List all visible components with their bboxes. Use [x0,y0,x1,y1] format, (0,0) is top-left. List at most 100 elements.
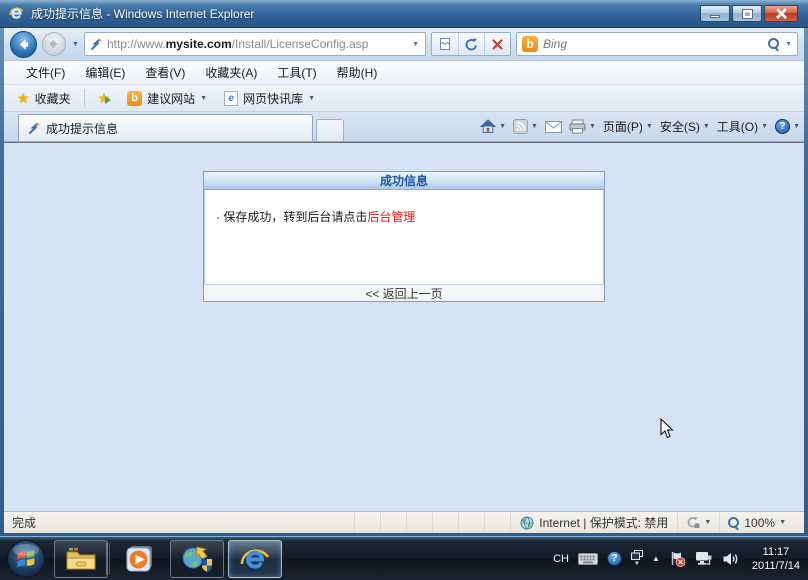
window-client-area: ▼ http://www.mysite.com/Install/LicenseC… [4,28,804,533]
language-help-icon[interactable]: ? [607,551,622,566]
menu-help[interactable]: 帮助(H) [327,61,388,84]
page-menu-label: 页面(P) [603,118,643,135]
printer-icon [569,119,586,134]
address-dropdown[interactable]: ▼ [410,41,421,48]
input-language-indicator[interactable]: CH [553,553,569,565]
bullet: · [216,210,220,224]
chevron-down-icon: ▼ [646,123,653,130]
new-tab-button[interactable] [316,119,344,141]
privacy-filter-button[interactable]: ▼ [677,512,719,533]
site-favicon [89,38,102,51]
clock-date: 2011/7/14 [752,559,800,573]
taskbar-media-player-button[interactable] [112,540,166,578]
url-prefix: http://www. [107,37,166,51]
ie-logo-icon [8,5,25,22]
chevron-down-icon: ▼ [589,123,596,130]
favorites-label: 收藏夹 [35,90,71,107]
tab-title: 成功提示信息 [46,120,118,137]
safety-menu-button[interactable]: 安全(S) ▼ [660,118,710,135]
back-arrow-icon [17,38,30,51]
menu-bar: 文件(F) 编辑(E) 查看(V) 收藏夹(A) 工具(T) 帮助(H) [4,61,804,85]
safety-menu-label: 安全(S) [660,118,700,135]
show-hidden-icons-button[interactable]: ▲ [652,554,660,563]
navigation-bar: ▼ http://www.mysite.com/Install/LicenseC… [4,28,804,61]
refresh-button[interactable] [458,33,484,55]
close-button[interactable] [764,5,798,22]
mail-icon [545,121,562,133]
help-icon: ? [775,119,790,134]
zoom-control[interactable]: 100% ▼ [719,512,794,533]
menu-favorites[interactable]: 收藏夹(A) [195,61,267,84]
status-bar: 完成 Internet | 保护模式: 禁用 [4,511,804,533]
volume-icon[interactable] [722,552,739,566]
keyboard-icon[interactable] [578,553,598,565]
forward-button[interactable] [42,32,66,56]
web-slices-label: 网页快讯库 [243,90,303,107]
window-title: 成功提示信息 - Windows Internet Explorer [31,5,700,22]
resize-grip[interactable] [794,512,804,533]
rss-icon [513,119,528,134]
refresh-icon [464,37,479,52]
maximize-button[interactable] [732,5,762,22]
menu-file[interactable]: 文件(F) [16,61,75,84]
url-text: http://www.mysite.com/Install/LicenseCon… [107,37,410,51]
search-input[interactable] [543,37,763,51]
menu-edit[interactable]: 编辑(E) [75,61,135,84]
menu-view[interactable]: 查看(V) [135,61,195,84]
tools-menu-button[interactable]: 工具(O) ▼ [717,118,768,135]
taskbar-clock[interactable]: 11:17 2011/7/14 [752,545,800,573]
taskbar-ie-button[interactable] [228,540,282,578]
language-bar-restore[interactable]: ▼ [631,550,643,567]
favorites-bar: ★ 收藏夹 ★ b 建议网站 ▼ e 网页快讯库 ▼ [4,85,804,112]
compatibility-view-button[interactable] [432,33,458,55]
start-button[interactable] [6,539,46,579]
close-icon [776,8,787,19]
search-box[interactable]: b ▼ [516,32,798,56]
title-bar[interactable]: 成功提示信息 - Windows Internet Explorer [0,0,808,28]
media-player-icon [124,544,154,574]
chevron-down-icon: ▼ [634,561,640,567]
address-bar[interactable]: http://www.mysite.com/Install/LicenseCon… [84,32,426,56]
minimize-button[interactable] [700,5,730,22]
search-options-dropdown[interactable]: ▼ [785,41,792,48]
back-button[interactable] [10,31,37,58]
action-center-flag-icon[interactable] [669,551,686,567]
privacy-filter-icon [686,516,700,529]
restore-window-icon [631,550,643,560]
command-bar: ▼ ▼ [480,112,800,141]
taskbar-explorer-button[interactable] [54,540,108,578]
globe-shield-icon [181,544,213,574]
page-menu-button[interactable]: 页面(P) ▼ [603,118,653,135]
mouse-cursor [660,418,674,439]
chevron-down-icon: ▼ [704,519,711,526]
feeds-button[interactable]: ▼ [513,119,538,134]
help-button[interactable]: ? ▼ [775,119,800,134]
chevron-down-icon: ▼ [531,123,538,130]
recent-pages-dropdown[interactable]: ▼ [72,41,79,48]
tab-active[interactable]: 成功提示信息 [18,114,313,141]
web-slices-button[interactable]: e 网页快讯库 ▼ [217,88,322,109]
chevron-down-icon: ▼ [308,95,315,102]
add-favorite-button[interactable]: ★ [91,89,118,107]
stop-icon [491,38,504,51]
print-button[interactable]: ▼ [569,119,596,134]
url-path: /Install/LicenseConfig.asp [232,37,369,51]
taskbar-setup-button[interactable] [170,540,224,578]
read-mail-button[interactable] [545,121,562,133]
home-button[interactable]: ▼ [480,119,506,134]
admin-link[interactable]: 后台管理 [367,210,415,224]
chevron-down-icon: ▼ [793,123,800,130]
star-icon: ★ [17,91,30,105]
stop-button[interactable] [484,33,510,55]
menu-tools[interactable]: 工具(T) [267,61,326,84]
tools-menu-label: 工具(O) [717,118,758,135]
chevron-down-icon: ▼ [761,123,768,130]
network-icon[interactable] [695,551,713,566]
back-link[interactable]: << 返回上一页 [365,285,442,302]
chevron-down-icon: ▼ [779,519,786,526]
suggested-sites-button[interactable]: b 建议网站 ▼ [120,88,214,109]
search-icon[interactable] [768,38,780,50]
favorites-button[interactable]: ★ 收藏夹 [10,88,78,109]
suggested-sites-icon: b [127,91,142,106]
page-content: 成功信息 · 保存成功，转到后台请点击后台管理 << 返回上一页 [4,142,804,511]
